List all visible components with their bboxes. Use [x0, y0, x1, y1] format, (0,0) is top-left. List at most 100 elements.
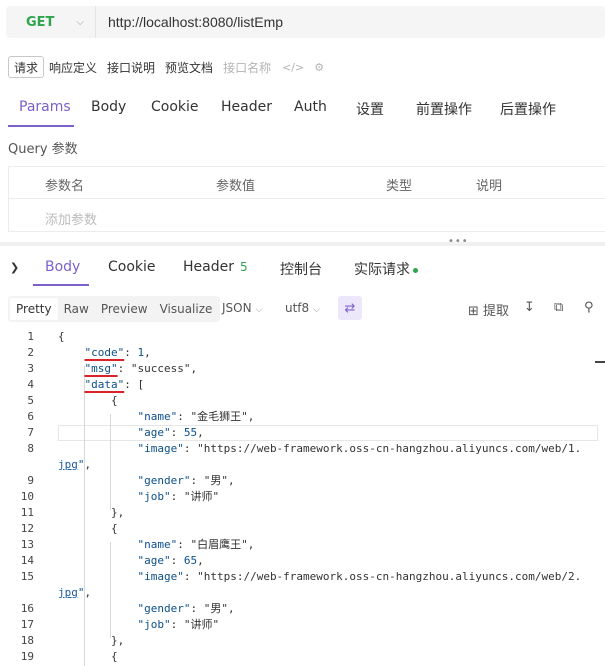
tab-pre-actions[interactable]: 前置操作: [416, 99, 472, 131]
line-number: 8: [27, 442, 34, 455]
response-tabs: ❯ Body Cookie Header 5 控制台 实际请求: [0, 252, 605, 286]
doc-tab-preview[interactable]: 预览文档: [160, 56, 218, 78]
line-number: 9: [27, 474, 34, 487]
doc-tab-response-def[interactable]: 响应定义: [44, 56, 102, 78]
col-param-type: 类型: [386, 179, 413, 194]
drag-handle-icon[interactable]: •••: [448, 236, 469, 247]
code-line: 1{: [8, 329, 597, 345]
code-text: "age": 65,: [137, 554, 204, 567]
code-text: "name": "金毛狮王",: [137, 410, 255, 423]
url-input[interactable]: http://localhost:8080/listEmp: [108, 14, 283, 30]
line-number: 19: [20, 650, 34, 663]
view-raw[interactable]: Raw: [58, 298, 95, 320]
doc-tab-description[interactable]: 接口说明: [102, 56, 160, 78]
code-text: {: [58, 394, 118, 407]
code-line: 12 {: [8, 521, 597, 537]
tab-settings[interactable]: 设置: [356, 99, 384, 131]
code-line: 4 "data": [: [8, 377, 597, 393]
code-line: 15 "image": "https://web-framework.oss-c…: [8, 569, 597, 585]
tab-header[interactable]: Header: [221, 99, 272, 131]
copy-icon[interactable]: ⧉: [554, 300, 563, 315]
resp-active-indicator: [33, 284, 89, 286]
line-number: 4: [27, 378, 34, 391]
wrap-lines-icon[interactable]: ⇄: [338, 296, 362, 320]
code-line: 17 "job": "讲师": [8, 617, 597, 633]
tab-cookie[interactable]: Cookie: [151, 99, 199, 131]
extract-icon: ⊞: [468, 304, 479, 319]
code-line: 9 "gender": "男",: [8, 473, 597, 489]
code-line: 5 {: [8, 393, 597, 409]
view-mode-group: Pretty Raw Preview Visualize: [8, 296, 221, 322]
header-count-badge: 5: [239, 260, 248, 274]
code-line: 10 "job": "讲师": [8, 489, 597, 505]
tab-post-actions[interactable]: 后置操作: [500, 99, 556, 131]
line-number: 14: [20, 554, 34, 567]
col-param-desc: 说明: [476, 179, 503, 194]
pane-splitter[interactable]: [0, 242, 605, 246]
query-title: Query 参数: [8, 142, 78, 157]
code-text: "image": "https://web-framework.oss-cn-h…: [137, 570, 582, 583]
code-text: jpg",: [58, 586, 92, 599]
line-number: 16: [20, 602, 34, 615]
view-visualize[interactable]: Visualize: [154, 298, 219, 320]
doc-tabs: 请求 响应定义 接口说明 预览文档 接口名称 </> ⚙: [8, 56, 324, 78]
extract-button[interactable]: ⊞ 提取: [468, 300, 509, 319]
code-line: 16 "gender": "男",: [8, 601, 597, 617]
line-number: 12: [20, 522, 34, 535]
code-text: "gender": "男",: [137, 474, 235, 487]
code-line: 3 "msg": "success",: [8, 361, 597, 377]
code-line: 8 "image": "https://web-framework.oss-cn…: [8, 441, 597, 457]
method-select[interactable]: GET ⌵: [6, 6, 96, 38]
doc-tab-request[interactable]: 请求: [8, 56, 45, 78]
chevron-down-icon: ⌵: [313, 305, 320, 315]
line-number: 3: [27, 362, 34, 375]
code-text: {: [58, 522, 118, 535]
response-body-editor[interactable]: 1{2 "code": 1, 3 "msg": "success", 4 "data…: [8, 326, 605, 666]
tab-body[interactable]: Body: [91, 99, 126, 131]
line-number: 17: [20, 618, 34, 631]
code-text: {: [58, 330, 65, 343]
search-icon[interactable]: ⚲: [584, 300, 594, 315]
code-text: },: [58, 506, 125, 519]
code-line: 6 "name": "金毛狮王",: [8, 409, 597, 425]
add-param-input[interactable]: 添加参数: [45, 209, 97, 228]
tab-auth[interactable]: Auth: [294, 99, 327, 131]
collapse-chevron-icon[interactable]: ❯: [10, 261, 19, 274]
code-line: 7 "age": 55,: [8, 425, 597, 441]
code-line: jpg",: [8, 585, 597, 601]
request-tabs: Params Body Cookie Header Auth 设置 前置操作 后…: [0, 95, 605, 127]
code-text: "age": 55,: [137, 426, 204, 439]
code-icon[interactable]: </>: [282, 61, 304, 74]
code-text: "msg": "success",: [84, 362, 198, 375]
download-icon[interactable]: ↧: [524, 300, 535, 315]
method-label: GET: [26, 14, 55, 30]
resp-tab-body[interactable]: Body: [45, 259, 80, 275]
view-preview[interactable]: Preview: [95, 298, 154, 320]
resp-tab-actual-request[interactable]: 实际请求: [354, 259, 418, 279]
format-select[interactable]: JSON ⌵: [222, 301, 262, 315]
status-dot: [413, 267, 418, 273]
resp-tab-console[interactable]: 控制台: [280, 259, 322, 279]
code-line: jpg",: [8, 457, 597, 473]
code-text: "data": [: [84, 378, 145, 391]
code-text: {: [58, 650, 118, 663]
encoding-select[interactable]: utf8 ⌵: [285, 301, 320, 315]
col-param-name: 参数名: [45, 179, 85, 194]
resp-tab-header[interactable]: Header 5: [183, 259, 248, 275]
view-pretty[interactable]: Pretty: [10, 298, 58, 320]
api-name-input[interactable]: 接口名称: [218, 56, 276, 78]
chevron-down-icon: ⌵: [76, 16, 85, 28]
line-number: 1: [27, 330, 34, 343]
code-text: "job": "讲师": [137, 490, 220, 503]
extract-label: 提取: [483, 304, 510, 319]
resp-tab-header-label: Header: [183, 259, 234, 275]
url-bar: GET ⌵ http://localhost:8080/listEmp: [6, 6, 605, 38]
line-number: 6: [27, 410, 34, 423]
params-table-header: 参数名 参数值 类型 说明: [9, 167, 605, 199]
params-table: 参数名 参数值 类型 说明 添加参数: [8, 166, 605, 232]
code-line: 11 },: [8, 505, 597, 521]
resp-tab-cookie[interactable]: Cookie: [108, 259, 156, 275]
settings-icon[interactable]: ⚙: [314, 61, 324, 74]
encoding-label: utf8: [285, 301, 310, 315]
view-toolbar: Pretty Raw Preview Visualize JSON ⌵ utf8 ⌵…: [8, 296, 605, 322]
